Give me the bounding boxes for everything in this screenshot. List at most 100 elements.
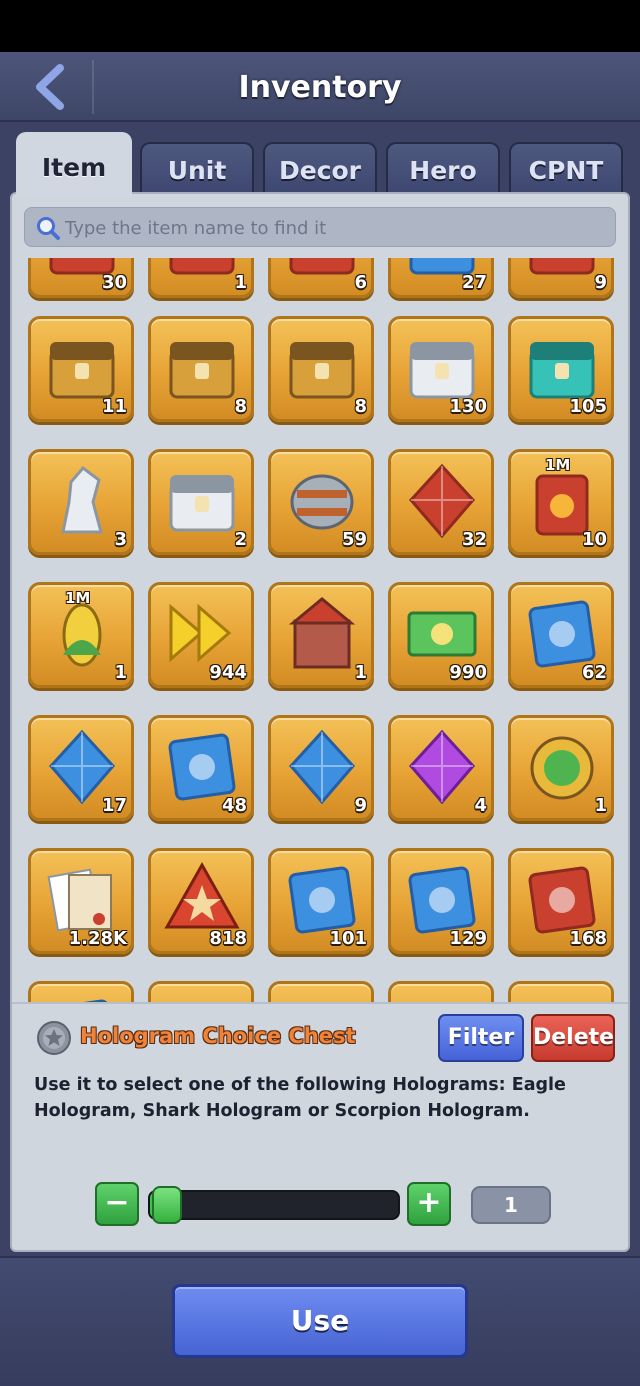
item-count: 9 — [594, 272, 607, 293]
star-icon — [37, 1021, 71, 1055]
blue-scroll-icon — [288, 866, 356, 934]
inventory-slot[interactable]: 2 — [148, 449, 254, 555]
tab-hero[interactable]: Hero — [386, 142, 500, 196]
white-statue-icon — [61, 465, 103, 534]
inventory-slot[interactable]: 9 — [508, 258, 614, 298]
quantity-selector: − + 1 — [0, 1180, 640, 1228]
inventory-slot[interactable]: 944 — [148, 582, 254, 688]
inventory-slot[interactable]: 6 — [268, 258, 374, 298]
inventory-slot[interactable]: 32 — [388, 449, 494, 555]
item-count: 9 — [354, 795, 367, 816]
inventory-slot[interactable]: 130 — [388, 316, 494, 422]
inventory-slot[interactable] — [508, 981, 614, 1002]
gold-coins-icon — [283, 994, 361, 1002]
castle-decor-icon — [288, 597, 356, 669]
item-count: 30 — [101, 272, 127, 293]
inventory-slot[interactable]: 1 — [268, 582, 374, 688]
gold-coins-icon — [523, 994, 601, 1002]
quantity-value[interactable]: 1 — [471, 1186, 551, 1224]
cash-bundle-icon — [407, 611, 477, 657]
selected-item-name: Hologram Choice Chest — [80, 1024, 356, 1048]
search-input[interactable] — [65, 208, 605, 248]
amount-badge: 1M — [545, 456, 571, 474]
inventory-slot[interactable]: 1 — [148, 258, 254, 298]
tab-cpnt[interactable]: CPNT — [509, 142, 623, 196]
inventory-slot[interactable]: 1M 1 — [28, 582, 134, 688]
item-count: 10 — [581, 529, 607, 550]
item-count: 101 — [329, 928, 367, 949]
search-bar[interactable] — [24, 207, 616, 248]
inventory-slot[interactable]: 27 — [388, 258, 494, 298]
item-count: 11 — [101, 396, 127, 417]
item-count: 130 — [449, 396, 487, 417]
inventory-slot[interactable]: 1.28K — [28, 848, 134, 954]
tab-item[interactable]: Item — [16, 132, 132, 198]
inventory-slot[interactable] — [268, 981, 374, 1002]
inventory-slot[interactable]: 1M 10 — [508, 449, 614, 555]
inventory-slot[interactable]: 11 — [28, 316, 134, 422]
item-count: 32 — [461, 529, 487, 550]
gold-coins-icon — [403, 994, 481, 1002]
item-count: 990 — [449, 662, 487, 683]
tab-unit[interactable]: Unit — [140, 142, 254, 196]
star-badge-icon — [164, 861, 240, 929]
documents-icon — [47, 868, 112, 932]
item-count: 129 — [449, 928, 487, 949]
search-icon — [37, 217, 60, 240]
inventory-slot[interactable]: 1 — [508, 715, 614, 821]
decrease-button[interactable]: − — [95, 1182, 139, 1226]
item-count: 1 — [594, 795, 607, 816]
divider — [12, 1002, 628, 1004]
inventory-slot[interactable]: 129 — [388, 848, 494, 954]
slider-handle[interactable] — [152, 1186, 182, 1224]
inventory-slot[interactable]: 59 — [268, 449, 374, 555]
inventory-slot[interactable]: 62 — [508, 582, 614, 688]
inventory-slot[interactable]: 105 — [508, 316, 614, 422]
speedup-arrows-icon — [169, 603, 232, 663]
purple-crystal-icon — [408, 729, 476, 804]
tab-decor[interactable]: Decor — [263, 142, 377, 196]
item-count: 48 — [221, 795, 247, 816]
item-count: 818 — [209, 928, 247, 949]
inventory-slot[interactable]: 101 — [268, 848, 374, 954]
scorpion-crystal-icon — [48, 729, 116, 804]
gold-crate-speedup-icon — [169, 342, 235, 399]
item-count: 62 — [581, 662, 607, 683]
quantity-slider[interactable] — [148, 1186, 400, 1224]
eagle-crystal-icon — [288, 729, 356, 804]
inventory-slot[interactable]: 8 — [268, 316, 374, 422]
inventory-slot[interactable]: 4 — [388, 715, 494, 821]
use-button[interactable]: Use — [172, 1284, 468, 1358]
increase-button[interactable]: + — [407, 1182, 451, 1226]
orange-white-chest-icon — [169, 475, 235, 532]
inventory-slot[interactable]: 990 — [388, 582, 494, 688]
status-bar — [0, 0, 640, 52]
inventory-slot[interactable]: 8 — [148, 316, 254, 422]
item-count: 944 — [209, 662, 247, 683]
item-count: 27 — [461, 272, 487, 293]
inventory-slot[interactable]: 30 — [28, 258, 134, 298]
page-title: Inventory — [238, 70, 402, 105]
red-crystal-icon — [408, 463, 476, 538]
item-grid-viewport[interactable]: 30 1 6 27 9 11 8 8 130 105 3 2 59 32 1M 10 1M 1 944 1 990 62 1… — [14, 258, 626, 1002]
filter-button[interactable]: Filter — [438, 1014, 524, 1062]
inventory-slot[interactable] — [388, 981, 494, 1002]
orange-white-chest-icon — [409, 342, 475, 399]
inventory-slot[interactable]: 9 — [268, 715, 374, 821]
item-count: 105 — [569, 396, 607, 417]
scorpion-blueprint-icon — [528, 600, 596, 668]
inventory-slot[interactable]: 48 — [148, 715, 254, 821]
inventory-slot[interactable]: 168 — [508, 848, 614, 954]
delete-button[interactable]: Delete — [531, 1014, 615, 1062]
gold-crate-meat-icon — [49, 342, 115, 399]
item-count: 1.28K — [68, 928, 127, 949]
item-description: Use it to select one of the following Ho… — [34, 1075, 566, 1121]
item-count: 3 — [114, 529, 127, 550]
item-count: 168 — [569, 928, 607, 949]
item-count: 4 — [474, 795, 487, 816]
inventory-slot[interactable] — [28, 981, 134, 1002]
inventory-slot[interactable]: 17 — [28, 715, 134, 821]
inventory-slot[interactable]: 3 — [28, 449, 134, 555]
inventory-slot[interactable] — [148, 981, 254, 1002]
inventory-slot[interactable]: 818 — [148, 848, 254, 954]
